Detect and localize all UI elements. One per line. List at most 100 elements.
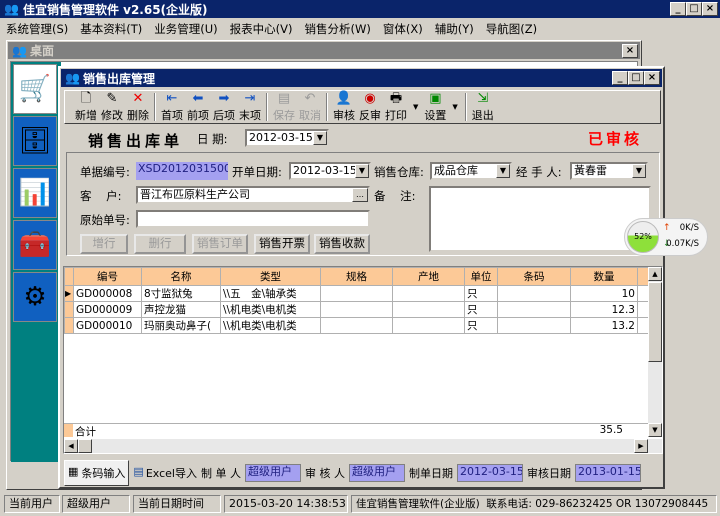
minimize-button[interactable]: _ (670, 2, 686, 16)
window-titlebar: 👥 销售出库管理 _ □ × (61, 69, 662, 87)
chevron-down-icon[interactable]: ▼ (632, 164, 646, 178)
col-origin[interactable]: 产地 (392, 267, 465, 286)
status-user: 超级用户 (62, 495, 130, 513)
menu-business[interactable]: 业务管理(U) (154, 21, 217, 36)
menu-help[interactable]: 辅助(Y) (435, 21, 474, 36)
prev-button[interactable]: ⬅ 前项 (185, 91, 211, 123)
menu-system[interactable]: 系统管理(S) (6, 21, 68, 36)
audit-icon: 👤 (335, 91, 353, 106)
audit-date-label: 审核日期 (526, 467, 571, 480)
excel-import-button[interactable]: ▤ Excel导入 (133, 465, 197, 481)
cancel-button[interactable]: ↶ 取消 (297, 91, 323, 123)
handler-select[interactable]: 黃春雷 ▼ (570, 162, 648, 180)
app-titlebar: 👥 佳宜销售管理软件 v2.65(企业版) _ □ × (0, 0, 720, 18)
first-button[interactable]: ⇤ 首项 (159, 91, 185, 123)
customer-field[interactable]: 晋江布匹原料生产公司… (136, 186, 370, 204)
sales-invoice-button[interactable]: 销售开票 (254, 234, 310, 254)
audit-date-field: 2013-01-15 (574, 464, 641, 482)
menu-navmap[interactable]: 导航图(Z) (486, 21, 537, 36)
add-row-button[interactable]: 增行 (80, 234, 128, 254)
orig-no-field[interactable] (136, 210, 370, 228)
horizontal-scrollbar[interactable]: ◀ ▶ (64, 439, 662, 453)
next-button[interactable]: ➡ 后项 (211, 91, 237, 123)
scroll-thumb[interactable] (648, 282, 662, 362)
total-label: 合计 (75, 426, 96, 438)
col-code[interactable]: 编号 (73, 267, 142, 286)
save-button[interactable]: ▤ 保存 (271, 91, 297, 123)
table-row[interactable]: GD000010 玛丽奥动鼻子(\\机电类\电机类只 13.2 (64, 317, 651, 334)
sales-order-button[interactable]: 销售订单 (192, 234, 248, 254)
vertical-scrollbar[interactable]: ▲ ▼ (648, 267, 662, 437)
settings-dropdown-icon[interactable]: ▼ (452, 103, 457, 111)
nav-tile-sales[interactable]: 🛒 (13, 64, 57, 114)
new-doc-icon: 🗋 (80, 91, 92, 106)
status-badge: 已审核 (588, 130, 643, 148)
new-button[interactable]: 🗋 新增 (73, 91, 99, 123)
upload-speed: 0K/S (679, 223, 699, 233)
col-name[interactable]: 名称 (141, 267, 221, 286)
unaudit-button[interactable]: ◉ 反审 (357, 91, 383, 123)
scroll-right-icon[interactable]: ▶ (634, 439, 648, 453)
window-minimize-button[interactable]: _ (612, 71, 628, 85)
close-button[interactable]: × (702, 2, 718, 16)
open-date-field[interactable]: 2012-03-15 ▼ (289, 162, 371, 180)
menu-basic[interactable]: 基本资料(T) (80, 21, 142, 36)
desktop-close-button[interactable]: × (622, 44, 638, 58)
col-type[interactable]: 类型 (220, 267, 321, 286)
open-date-label: 开单日期: (232, 165, 282, 179)
col-qty[interactable]: 数量 (570, 267, 638, 286)
network-speed-widget[interactable]: 52% ↑ 0K/S ↓ 0.07K/S (624, 218, 708, 256)
maker-label: 制 单 人 (200, 467, 241, 480)
sales-icon: 🛒 (18, 74, 52, 104)
sales-outbound-window: 👥 销售出库管理 _ □ × 🗋 新增 ✎ 修改 ✕ 删除 ⇤ 首项 ⬅ 前项 ➡ 后项 ⇥ 末项 … (58, 66, 665, 489)
sales-receipt-button[interactable]: 销售收款 (314, 234, 370, 254)
browse-button[interactable]: … (352, 188, 368, 202)
delete-button[interactable]: ✕ 删除 (125, 91, 151, 123)
total-row: 合计 35.5 (64, 423, 650, 438)
print-dropdown-icon[interactable]: ▼ (413, 103, 418, 111)
unaudit-icon: ◉ (364, 91, 376, 106)
chevron-down-icon[interactable]: ▼ (355, 164, 369, 178)
audit-button[interactable]: 👤 审核 (331, 91, 357, 123)
hscroll-thumb[interactable] (78, 439, 92, 453)
window-maximize-button[interactable]: □ (628, 71, 644, 85)
total-qty: 35.5 (599, 424, 623, 436)
settings-button[interactable]: ▣ 设置 (422, 91, 448, 123)
barcode-input-tab[interactable]: ▦ 条码输入 (64, 460, 130, 486)
status-datetime: 2015-03-20 14:38:53 (224, 495, 348, 513)
chevron-down-icon[interactable]: ▼ (496, 164, 510, 178)
menu-analysis[interactable]: 销售分析(W) (305, 21, 371, 36)
scroll-up-icon[interactable]: ▲ (648, 267, 662, 281)
edit-button[interactable]: ✎ 修改 (99, 91, 125, 123)
auditor-label: 审 核 人 (304, 467, 345, 480)
nav-tile-database[interactable]: 🗄 (13, 116, 57, 166)
remark-field[interactable] (429, 186, 651, 252)
chevron-down-icon[interactable]: ▼ (313, 131, 327, 145)
scroll-left-icon[interactable]: ◀ (64, 439, 78, 453)
col-spec[interactable]: 规格 (320, 267, 393, 286)
desktop-title: 桌面 (29, 44, 54, 58)
print-button[interactable]: 🖶 打印 (383, 91, 409, 123)
nav-tile-tools[interactable]: 🧰 (13, 220, 57, 270)
last-button[interactable]: ⇥ 末项 (237, 91, 263, 123)
scroll-down-icon[interactable]: ▼ (648, 423, 662, 437)
exit-icon: ⇲ (477, 91, 489, 106)
exit-button[interactable]: ⇲ 退出 (470, 91, 496, 123)
window-close-button[interactable]: × (644, 71, 660, 85)
col-unit[interactable]: 单位 (464, 267, 498, 286)
delete-row-button[interactable]: 删行 (134, 234, 186, 254)
table-row[interactable]: GD000009 声控龙猫 \\机电类\电机类只 12.3 (64, 301, 651, 318)
warehouse-select[interactable]: 成品仓库 ▼ (430, 162, 512, 180)
nav-tile-settings[interactable]: ⚙ (13, 272, 57, 322)
nav-tile-reports[interactable]: 📊 (13, 168, 57, 218)
desktop-titlebar: 👥 桌面 × (8, 42, 640, 59)
menu-reports[interactable]: 报表中心(V) (230, 21, 293, 36)
doc-no-field[interactable]: XSD20120315001 (136, 162, 228, 180)
table-row[interactable]: ▶ GD000008 8寸监狱兔 \\五 金\轴承类只 10 (64, 285, 651, 302)
date-picker[interactable]: 2012-03-15 ▼ (245, 129, 329, 147)
maximize-button[interactable]: □ (686, 2, 702, 16)
col-barcode[interactable]: 条码 (497, 267, 571, 286)
menu-window[interactable]: 窗体(X) (383, 21, 423, 36)
upload-arrow-icon: ↑ (663, 223, 671, 233)
cpu-gauge: 52% (627, 221, 659, 253)
